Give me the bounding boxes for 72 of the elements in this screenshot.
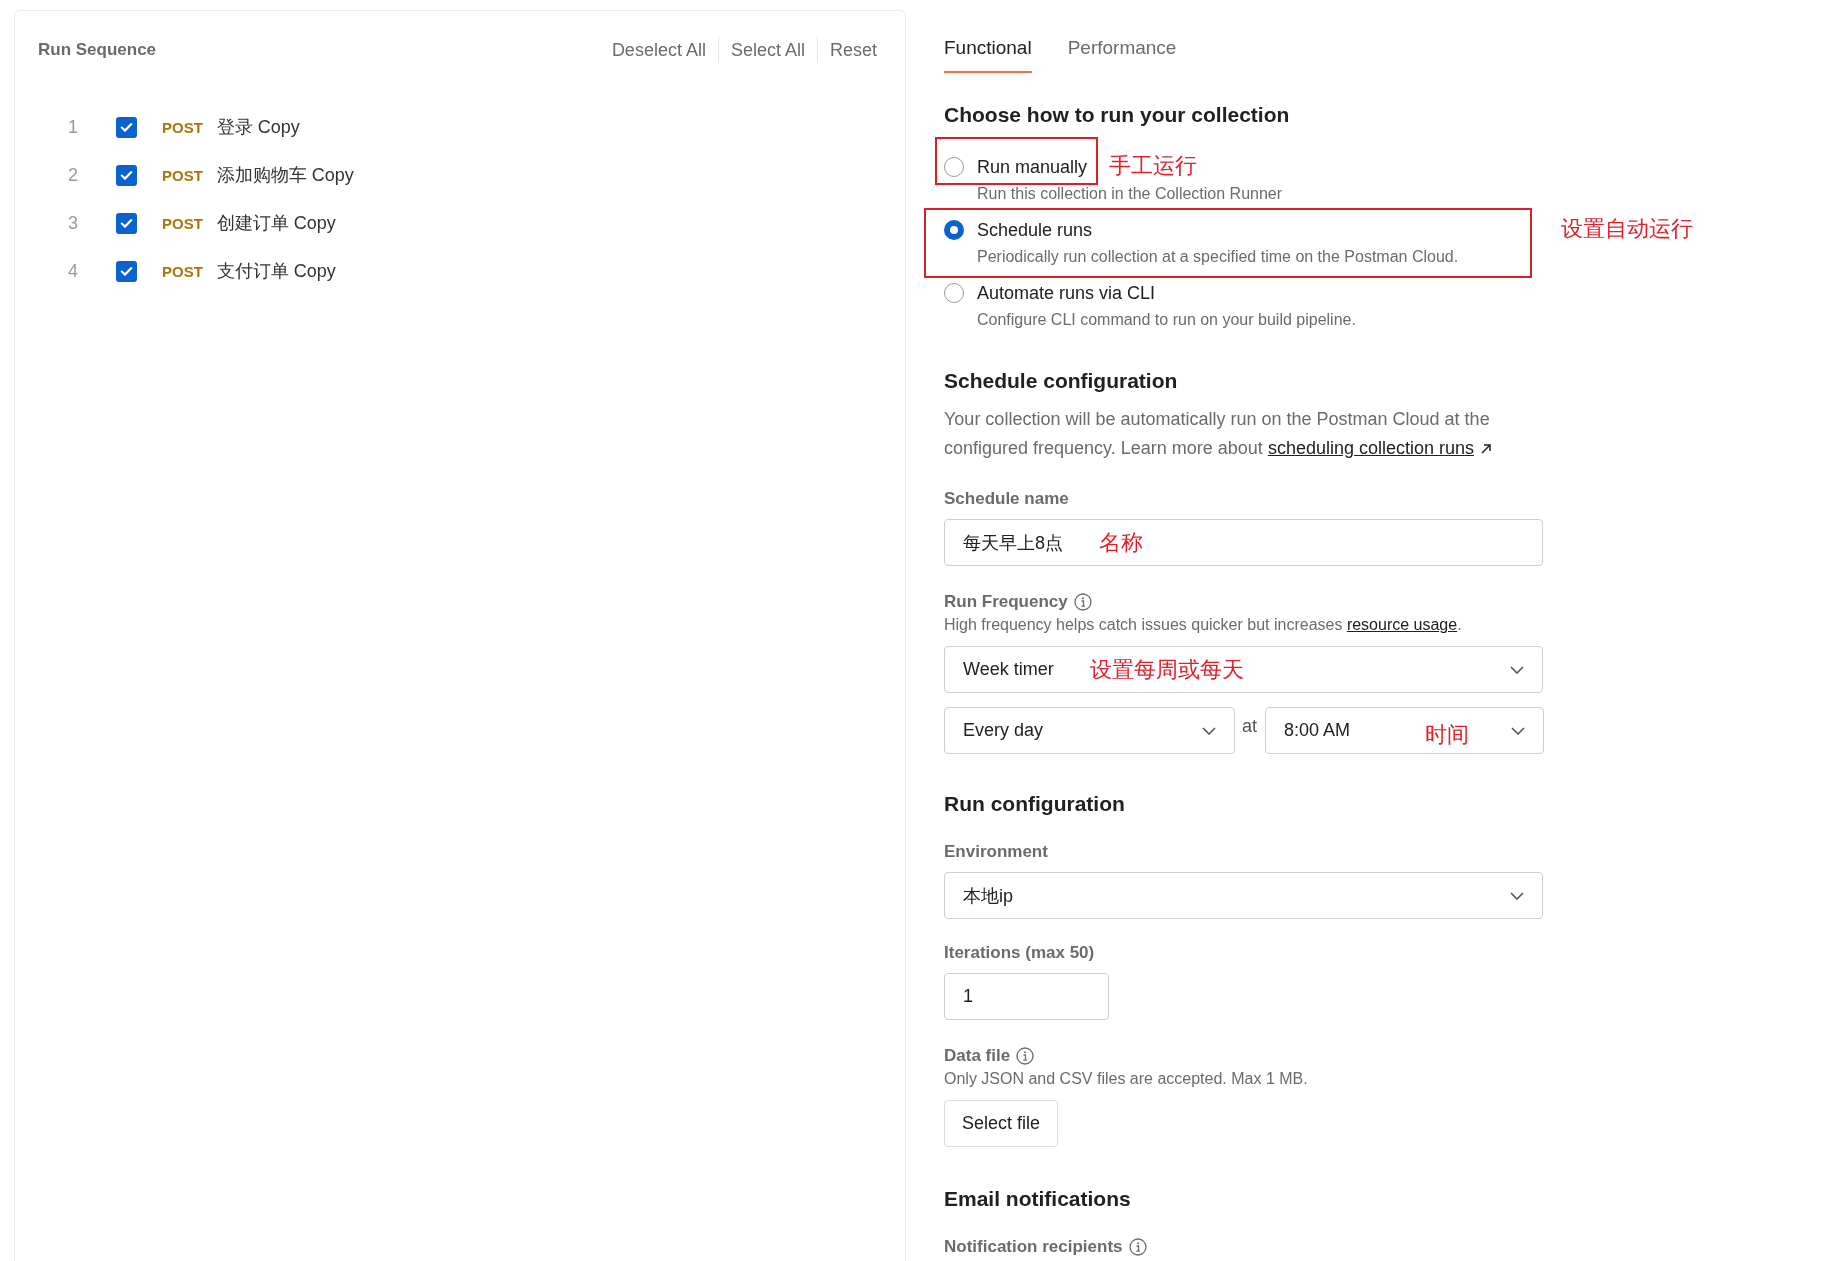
- check-icon: [120, 266, 133, 276]
- field-label: Data file: [944, 1046, 1011, 1066]
- section-heading: Schedule configuration: [944, 369, 1179, 393]
- section-description: Your collection will be automatically run on the Postman Cloud at the configured frequency. Learn more about scheduling collection runs: [944, 408, 1493, 460]
- radio-button[interactable]: [944, 283, 964, 303]
- method-label: POST: [162, 262, 203, 280]
- schedule-name-input[interactable]: 每天早上8点 名称: [944, 519, 1543, 566]
- day-dropdown[interactable]: Every day: [944, 707, 1235, 754]
- chevron-down-icon: [1510, 665, 1524, 674]
- option-description: Periodically run collection at a specified time on the Postman Cloud.: [977, 247, 1459, 267]
- frequency-dropdown[interactable]: Week timer 设置每周或每天: [944, 646, 1543, 693]
- info-icon: [1128, 1238, 1147, 1256]
- method-label: POST: [162, 118, 203, 136]
- chevron-down-icon: [1510, 891, 1524, 900]
- chevron-down-icon: [1202, 726, 1216, 735]
- field-hint: Only JSON and CSV files are accepted. Max 1 MB.: [944, 1070, 1309, 1088]
- time-dropdown[interactable]: 8:00 AM 时间: [1265, 707, 1544, 754]
- option-label[interactable]: Run manually: [977, 156, 1088, 178]
- annotation-note: 设置每周或每天: [1089, 655, 1244, 684]
- section-heading: Email notifications: [944, 1187, 1132, 1211]
- check-icon: [120, 218, 133, 228]
- checkbox[interactable]: [116, 164, 137, 186]
- option-description: Run this collection in the Collection Runner: [977, 184, 1283, 204]
- method-label: POST: [162, 214, 203, 232]
- row-number: 1: [67, 116, 79, 138]
- option-label[interactable]: Automate runs via CLI: [977, 282, 1156, 304]
- field-label: Iterations (max 50): [944, 943, 1096, 963]
- option-description: Configure CLI command to run on your build pipeline.: [977, 310, 1356, 330]
- checkbox[interactable]: [116, 260, 137, 282]
- section-heading: Choose how to run your collection: [944, 103, 1291, 127]
- row-number: 3: [67, 212, 79, 234]
- radio-button[interactable]: [944, 157, 964, 177]
- field-label: Environment: [944, 842, 1049, 862]
- toolbar-link[interactable]: Deselect All: [599, 37, 718, 63]
- panel-title: Run Sequence: [38, 40, 157, 60]
- method-label: POST: [162, 166, 203, 184]
- annotation-note: 时间: [1425, 720, 1470, 749]
- request-name[interactable]: 登录 Copy: [216, 115, 300, 139]
- chevron-down-icon: [1511, 726, 1525, 735]
- docs-link[interactable]: resource usage: [1346, 616, 1458, 633]
- request-name[interactable]: 添加购物车 Copy: [216, 163, 354, 187]
- field-hint: High frequency helps catch issues quicker but increases resource usage.: [944, 616, 1463, 634]
- annotation-note: 设置自动运行: [1561, 215, 1693, 243]
- row-number: 4: [67, 260, 79, 282]
- request-name[interactable]: 支付订单 Copy: [216, 259, 336, 283]
- toolbar-link[interactable]: Reset: [816, 37, 877, 63]
- field-label: Notification recipients: [944, 1237, 1123, 1257]
- checkbox[interactable]: [116, 212, 137, 234]
- docs-link[interactable]: scheduling collection runs: [1267, 438, 1474, 458]
- input-value: 每天早上8点: [963, 531, 1063, 555]
- field-label: Schedule name: [944, 489, 1070, 509]
- annotation-note: 手工运行: [1109, 152, 1198, 180]
- row-number: 2: [67, 164, 79, 186]
- annotation-note: 名称: [1099, 528, 1143, 557]
- at-label: at: [1242, 716, 1257, 737]
- toolbar-link[interactable]: Select All: [717, 37, 817, 63]
- info-icon: [1073, 593, 1092, 611]
- checkbox[interactable]: [116, 116, 137, 138]
- option-label[interactable]: Schedule runs: [977, 219, 1093, 241]
- check-icon: [120, 122, 133, 132]
- field-label: Run Frequency: [944, 592, 1068, 612]
- request-name[interactable]: 创建订单 Copy: [216, 211, 336, 235]
- environment-dropdown[interactable]: 本地ip: [944, 872, 1543, 919]
- section-heading: Run configuration: [944, 792, 1126, 816]
- external-link-icon: [1480, 443, 1492, 456]
- radio-button[interactable]: [944, 220, 964, 240]
- select-file-button[interactable]: Select file: [944, 1100, 1059, 1147]
- info-icon: [1016, 1047, 1035, 1065]
- check-icon: [120, 170, 133, 180]
- iterations-input[interactable]: 1: [944, 973, 1109, 1020]
- tab[interactable]: Performance: [1067, 37, 1177, 73]
- tab[interactable]: Functional: [944, 37, 1032, 73]
